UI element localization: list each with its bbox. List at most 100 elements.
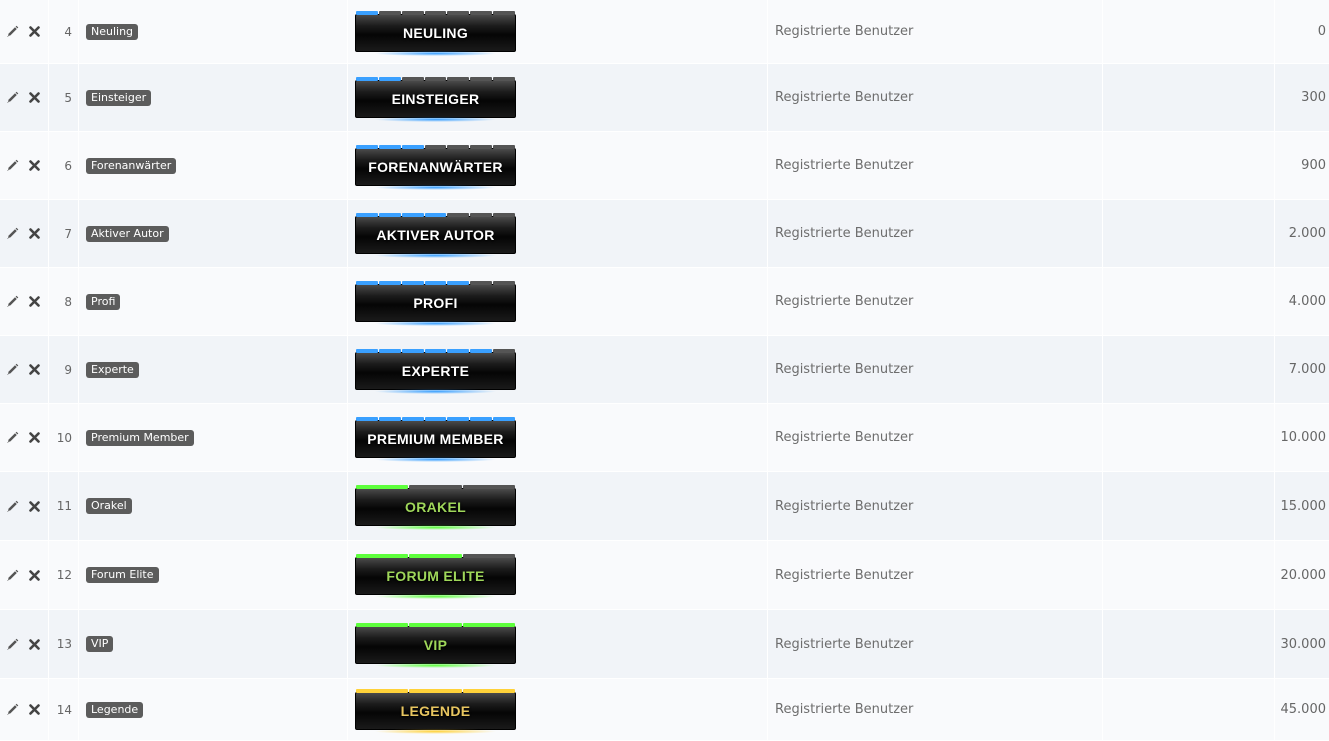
rank-image-title: LEGENDE (400, 702, 471, 719)
rank-id: 10 (50, 404, 72, 471)
rank-progress-segment (470, 416, 493, 421)
pencil-icon[interactable] (6, 431, 19, 444)
table-row: 10 Premium Member PREMIUM MEMBER Registr… (0, 404, 1329, 472)
rank-progress-segment (378, 280, 401, 285)
rank-progress-segment (447, 144, 470, 149)
close-icon[interactable] (28, 431, 41, 444)
rank-progress-segment (462, 554, 515, 558)
rank-progress-segment (401, 144, 424, 149)
table-row: 13 VIP VIP Registrierte Benutzer 30.000 (0, 610, 1329, 679)
required-points: 30.000 (1280, 636, 1327, 652)
pencil-icon[interactable] (6, 703, 19, 716)
rank-image-title: FORUM ELITE (386, 568, 485, 584)
close-icon[interactable] (28, 159, 41, 172)
close-icon[interactable] (28, 91, 41, 104)
rank-progress-segment (424, 212, 447, 217)
user-group: Registrierte Benutzer (775, 362, 914, 377)
pencil-icon[interactable] (6, 295, 19, 308)
pencil-icon[interactable] (6, 638, 19, 651)
user-group: Registrierte Benutzer (775, 498, 914, 514)
rank-id-value: 11 (56, 499, 72, 513)
table-row: 6 Forenanwärter FORENANWÄRTER Registrier… (0, 132, 1329, 200)
rank-image-title: FORENANWÄRTER (368, 158, 503, 175)
rank-name-badge: Legende (86, 701, 144, 718)
pencil-icon[interactable] (6, 159, 19, 172)
rank-progress-segment (424, 10, 447, 15)
rank-image: FORUM ELITE (355, 554, 516, 599)
rank-image: VIP (355, 623, 516, 668)
rank-image-title: AKTIVER AUTOR (376, 226, 495, 243)
rank-image-title: EXPERTE (401, 362, 470, 379)
rank-id: 5 (50, 64, 72, 131)
rank-id-value: 10 (56, 430, 72, 445)
rank-name-badge: Profi (86, 293, 121, 310)
rank-image: PREMIUM MEMBER (355, 416, 516, 462)
rank-progress-segment (462, 623, 515, 627)
rank-image-title: VIP (423, 637, 448, 653)
rank-progress-segment (493, 280, 516, 285)
rank-progress-segment (493, 348, 516, 353)
pencil-icon[interactable] (6, 569, 19, 582)
rank-image: NEULING (355, 10, 516, 56)
rank-id-value: 4 (64, 24, 72, 39)
rank-progress-segment (470, 212, 493, 217)
rank-progress-segment (356, 76, 378, 81)
rank-id-value: 14 (56, 702, 72, 717)
close-icon[interactable] (28, 569, 41, 582)
rank-progress-segment (401, 212, 424, 217)
close-icon[interactable] (28, 295, 41, 308)
rank-name-badge: VIP (86, 636, 114, 652)
rank-progress-segment (447, 212, 470, 217)
rank-image-title: ORAKEL (405, 499, 466, 515)
rank-id-value: 9 (64, 362, 72, 377)
user-group: Registrierte Benutzer (775, 158, 914, 173)
close-icon[interactable] (28, 500, 41, 513)
pencil-icon[interactable] (6, 25, 19, 38)
close-icon[interactable] (28, 363, 41, 376)
pencil-icon[interactable] (6, 500, 19, 513)
rank-progress-segment (401, 10, 424, 15)
rank-progress-segment (401, 348, 424, 353)
user-ranks-table: 4 Neuling NEULING Registrierte Benutzer … (0, 0, 1329, 741)
rank-progress-segment (470, 10, 493, 15)
rank-id: 9 (50, 336, 72, 403)
rank-progress-segment (493, 416, 516, 421)
close-icon[interactable] (28, 227, 41, 240)
rank-image-title: PROFI (413, 294, 458, 311)
rank-progress-segment (356, 623, 409, 627)
rank-image: ORAKEL (355, 485, 516, 530)
rank-progress-segment (447, 10, 470, 15)
table-row: 8 Profi PROFI Registrierte Benutzer 4.00… (0, 268, 1329, 336)
user-group: Registrierte Benutzer (775, 702, 914, 717)
rank-image: AKTIVER AUTOR (355, 212, 516, 258)
rank-progress-segment (462, 485, 515, 489)
user-group: Registrierte Benutzer (775, 567, 914, 583)
pencil-icon[interactable] (6, 227, 19, 240)
rank-progress-segment (493, 76, 516, 81)
rank-progress-segment (356, 10, 378, 15)
close-icon[interactable] (28, 703, 41, 716)
user-group: Registrierte Benutzer (775, 636, 914, 652)
table-row: 7 Aktiver Autor AKTIVER AUTOR Registrier… (0, 200, 1329, 268)
required-points: 300 (1301, 90, 1326, 105)
rank-name-badge: Neuling (86, 23, 139, 40)
pencil-icon[interactable] (6, 363, 19, 376)
rank-name-badge: Forum Elite (86, 567, 159, 583)
rank-id: 6 (50, 132, 72, 199)
rank-progress-segment (356, 348, 378, 353)
required-points: 0 (1317, 24, 1326, 39)
pencil-icon[interactable] (6, 91, 19, 104)
rank-progress-segment (447, 416, 470, 421)
rank-progress-segment (401, 416, 424, 421)
required-points: 10.000 (1280, 430, 1327, 445)
table-row: 9 Experte EXPERTE Registrierte Benutzer … (0, 336, 1329, 404)
close-icon[interactable] (28, 25, 41, 38)
close-icon[interactable] (28, 638, 41, 651)
rank-image: EINSTEIGER (355, 76, 516, 122)
rank-progress-segment (447, 76, 470, 81)
rank-name-badge: Aktiver Autor (86, 225, 169, 242)
rank-progress-segment (470, 76, 493, 81)
rank-progress-segment (356, 144, 378, 149)
user-group: Registrierte Benutzer (775, 294, 914, 309)
rank-id-value: 6 (64, 158, 72, 173)
